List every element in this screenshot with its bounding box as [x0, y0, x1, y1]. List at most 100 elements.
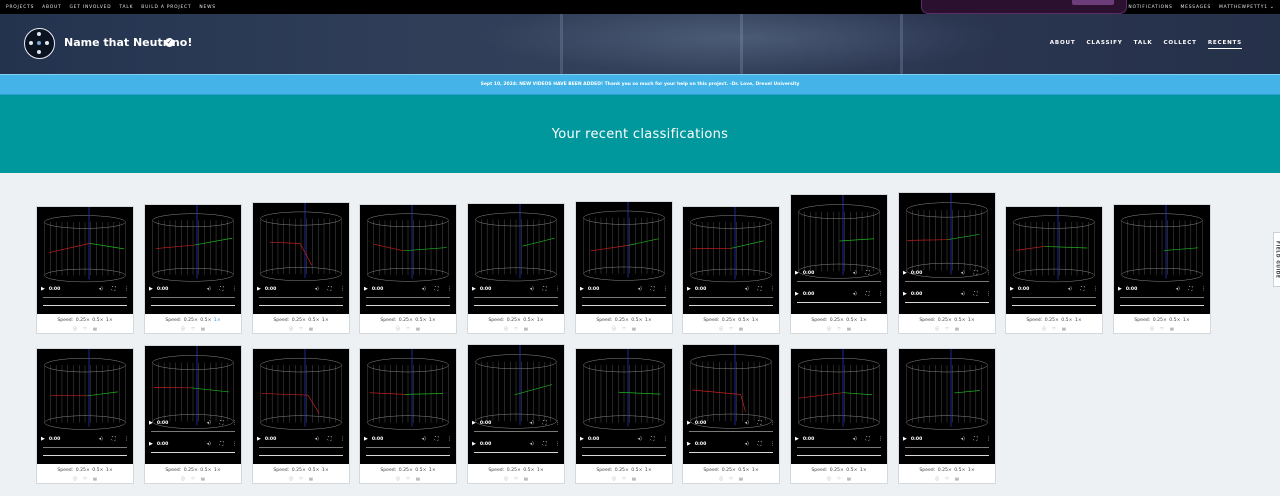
fullscreen-icon[interactable]: ⛶ [651, 436, 654, 442]
more-vertical-icon[interactable]: ⋮ [986, 271, 991, 276]
speed-option[interactable]: 0.5× [522, 468, 534, 473]
heart-icon[interactable]: ♡ [727, 476, 735, 482]
play-icon[interactable]: ▶ [257, 436, 261, 442]
collect-icon[interactable]: ▤ [630, 476, 638, 482]
speed-option[interactable]: 0.25× [74, 318, 90, 323]
video-progress-bar[interactable] [689, 431, 773, 432]
speed-option[interactable]: 1× [966, 468, 975, 473]
global-nav-link-projects[interactable]: PROJECTS [6, 5, 34, 10]
collect-icon[interactable]: ▤ [845, 326, 853, 332]
global-nav-link-about[interactable]: ABOUT [42, 5, 61, 10]
heart-icon[interactable]: ♡ [404, 326, 412, 332]
global-nav-link-news[interactable]: NEWS [199, 5, 215, 10]
fullscreen-icon[interactable]: ⛶ [758, 441, 761, 447]
classification-card[interactable]: ▶ 0:00 ◂) ⛶ ⋮ Speed: 0.25× 0.5× 1× ⓘ ♡ ▤ [1113, 204, 1211, 334]
video-progress-bar[interactable] [43, 447, 127, 448]
classification-card[interactable]: ▶ 0:00 ◂) ⛶ ⋮ Speed: 0.25× 0.5× 1× ⓘ ♡ ▤ [144, 204, 242, 334]
volume-icon[interactable]: ◂) [207, 442, 211, 447]
user-menu[interactable]: MATTHEWPETTY1 [1219, 5, 1268, 10]
speed-option[interactable]: 0.5× [953, 468, 965, 473]
collect-icon[interactable]: ▤ [1168, 326, 1176, 332]
speed-option[interactable]: 1× [535, 318, 544, 323]
video-progress-bar[interactable] [259, 297, 343, 298]
play-icon[interactable]: ▶ [41, 436, 45, 442]
volume-icon[interactable]: ◂) [853, 437, 857, 442]
speed-option[interactable]: 1× [643, 468, 652, 473]
chevron-down-icon[interactable]: ⌄ [1270, 4, 1274, 10]
volume-icon[interactable]: ◂) [207, 287, 211, 292]
heart-icon[interactable]: ♡ [1158, 326, 1166, 332]
play-icon[interactable]: ▶ [149, 420, 153, 426]
classification-card[interactable]: ▶ 0:00 ◂) ⛶ ⋮ ▶ 0:00 ◂) ⛶ ⋮ Speed: 0.25× 0.5× 1× ⓘ ♡… [467, 344, 565, 484]
classification-video[interactable]: ▶ 0:00 ◂) ⛶ ⋮ ▶ 0:00 ◂) ⛶ ⋮ [468, 345, 564, 464]
speed-option[interactable]: 0.25× [290, 318, 306, 323]
project-nav-collect[interactable]: COLLECT [1163, 40, 1196, 49]
volume-icon[interactable]: ◂) [99, 437, 103, 442]
video-progress-bar[interactable] [151, 297, 235, 298]
info-icon[interactable]: ⓘ [1040, 326, 1048, 332]
more-vertical-icon[interactable]: ⋮ [340, 287, 345, 292]
speed-option[interactable]: 0.5× [737, 468, 749, 473]
heart-icon[interactable]: ♡ [620, 326, 628, 332]
volume-icon[interactable]: ◂) [422, 287, 426, 292]
video-progress-bar[interactable] [905, 447, 989, 448]
speed-option[interactable]: 1× [427, 318, 436, 323]
info-icon[interactable]: ⓘ [502, 326, 510, 332]
speed-option[interactable]: 0.25× [936, 468, 952, 473]
volume-icon[interactable]: ◂) [745, 442, 749, 447]
volume-icon[interactable]: ◂) [961, 437, 965, 442]
heart-icon[interactable]: ♡ [404, 476, 412, 482]
speed-option[interactable]: 0.25× [182, 318, 198, 323]
collect-icon[interactable]: ▤ [1060, 326, 1068, 332]
video-progress-bar[interactable] [474, 452, 558, 453]
fullscreen-icon[interactable]: ⛶ [543, 286, 546, 292]
video-progress-bar[interactable] [43, 297, 127, 298]
volume-icon[interactable]: ◂) [853, 271, 857, 276]
fullscreen-icon[interactable]: ⛶ [974, 270, 977, 276]
info-icon[interactable]: ⓘ [179, 476, 187, 482]
video-progress-bar[interactable] [151, 452, 235, 453]
video-progress-bar[interactable] [259, 447, 343, 448]
heart-icon[interactable]: ♡ [297, 326, 305, 332]
heart-icon[interactable]: ♡ [189, 326, 197, 332]
classification-card[interactable]: ▶ 0:00 ◂) ⛶ ⋮ ▶ 0:00 ◂) ⛶ ⋮ Speed: 0.25× 0.5× 1× ⓘ ♡… [790, 194, 888, 334]
more-vertical-icon[interactable]: ⋮ [124, 287, 129, 292]
classification-card[interactable]: ▶ 0:00 ◂) ⛶ ⋮ ▶ 0:00 ◂) ⛶ ⋮ Speed: 0.25× 0.5× 1× ⓘ ♡… [898, 192, 996, 334]
play-icon[interactable]: ▶ [472, 420, 476, 426]
heart-icon[interactable]: ♡ [81, 326, 89, 332]
video-progress-bar[interactable] [797, 302, 881, 303]
classification-video[interactable]: ▶ 0:00 ◂) ⛶ ⋮ [253, 349, 349, 464]
more-vertical-icon[interactable]: ⋮ [232, 421, 237, 426]
speed-option[interactable]: 0.25× [290, 468, 306, 473]
project-nav-classify[interactable]: CLASSIFY [1086, 40, 1122, 49]
more-vertical-icon[interactable]: ⋮ [447, 437, 452, 442]
global-nav-link-messages[interactable]: MESSAGES [1181, 5, 1212, 10]
more-vertical-icon[interactable]: ⋮ [770, 442, 775, 447]
speed-option[interactable]: 0.5× [414, 318, 426, 323]
heart-icon[interactable]: ♡ [620, 476, 628, 482]
speed-option[interactable]: 0.25× [720, 468, 736, 473]
more-vertical-icon[interactable]: ⋮ [770, 287, 775, 292]
video-progress-bar[interactable] [1120, 297, 1204, 298]
collect-icon[interactable]: ▤ [307, 326, 315, 332]
video-progress-bar[interactable] [366, 297, 450, 298]
heart-icon[interactable]: ♡ [512, 476, 520, 482]
classification-video[interactable]: ▶ 0:00 ◂) ⛶ ⋮ [1114, 205, 1210, 314]
play-icon[interactable]: ▶ [41, 286, 45, 292]
volume-icon[interactable]: ◂) [853, 292, 857, 297]
speed-option[interactable]: 1× [320, 318, 329, 323]
info-icon[interactable]: ⓘ [610, 326, 618, 332]
classification-video[interactable]: ▶ 0:00 ◂) ⛶ ⋮ [360, 205, 456, 314]
more-vertical-icon[interactable]: ⋮ [232, 287, 237, 292]
volume-icon[interactable]: ◂) [638, 437, 642, 442]
speed-option[interactable]: 0.25× [1151, 318, 1167, 323]
speed-option[interactable]: 0.5× [630, 318, 642, 323]
collect-icon[interactable]: ▤ [199, 476, 207, 482]
classification-video[interactable]: ▶ 0:00 ◂) ⛶ ⋮ [468, 204, 564, 314]
info-icon[interactable]: ⓘ [933, 476, 941, 482]
speed-option[interactable]: 0.25× [1043, 318, 1059, 323]
heart-icon[interactable]: ♡ [1050, 326, 1058, 332]
fullscreen-icon[interactable]: ⛶ [974, 291, 977, 297]
more-vertical-icon[interactable]: ⋮ [663, 437, 668, 442]
more-vertical-icon[interactable]: ⋮ [1093, 287, 1098, 292]
